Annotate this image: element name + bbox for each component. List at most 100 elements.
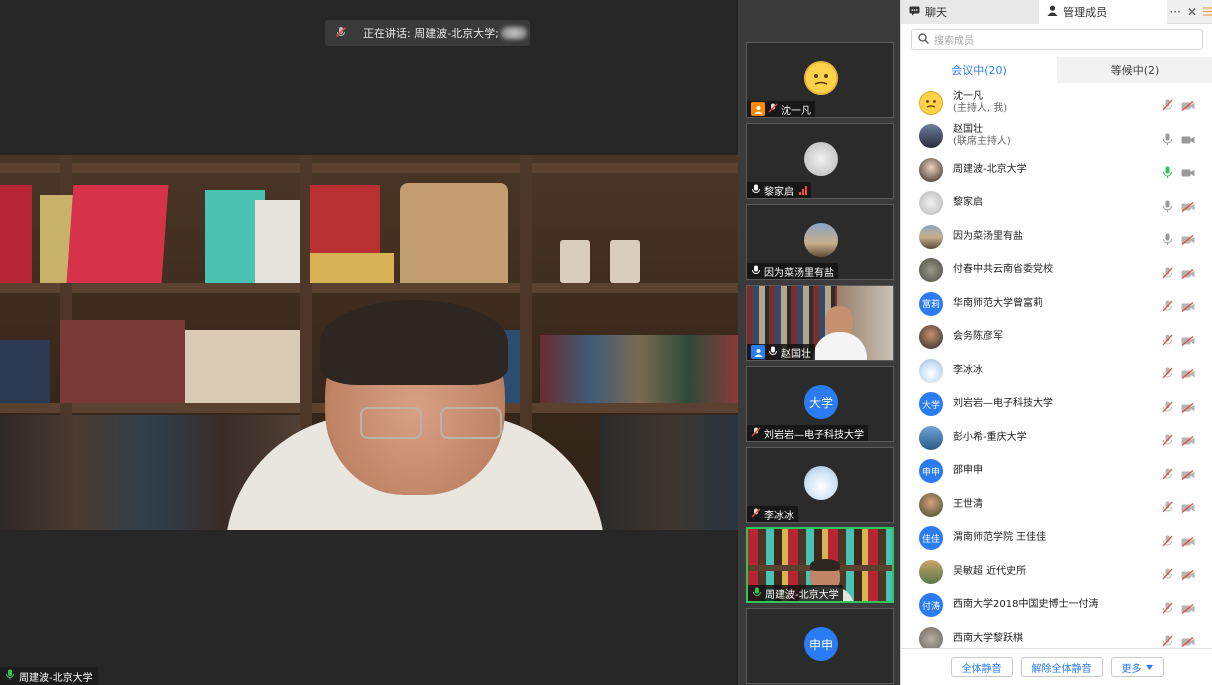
member-name: 刘岩岩—电子科技大学: [953, 398, 1053, 410]
thumbnail-label: 刘岩岩—电子科技大学: [747, 425, 868, 441]
muted-mic-icon[interactable]: [1162, 96, 1173, 115]
member-controls: [1162, 532, 1195, 551]
muted-mic-icon: [335, 26, 347, 41]
thumbnail-tile-active[interactable]: 周建波-北京大学: [746, 527, 894, 603]
thumbnail-tile[interactable]: 大学 刘岩岩—电子科技大学: [746, 366, 894, 442]
member-name-block: 吴敏超 近代史所: [953, 566, 1153, 578]
camera-off-icon[interactable]: [1181, 599, 1195, 618]
mic-icon[interactable]: [1162, 197, 1173, 216]
member-controls: [1162, 599, 1195, 618]
member-row[interactable]: 黎家启: [901, 187, 1212, 221]
camera-off-icon[interactable]: [1181, 197, 1195, 216]
speaking-mic-icon[interactable]: [1162, 163, 1173, 182]
member-list[interactable]: 沈一凡 (主持人, 我) 赵国壮 (联席主持人) 周建波-北京大学 黎家启 因为菜汤里有盐付…: [901, 86, 1212, 648]
member-row[interactable]: 王世清: [901, 488, 1212, 522]
camera-off-icon[interactable]: [1181, 96, 1195, 115]
unmute-all-button[interactable]: 解除全体静音: [1020, 657, 1103, 677]
member-controls: [1162, 565, 1195, 584]
camera-off-icon[interactable]: [1181, 230, 1195, 249]
tab-in-meeting[interactable]: 会议中(20): [901, 57, 1057, 83]
member-row[interactable]: 吴敏超 近代史所: [901, 555, 1212, 589]
camera-off-icon[interactable]: [1181, 431, 1195, 450]
main-video-stage[interactable]: 正在讲话: 周建波-北京大学; 周建波-北京大学: [0, 0, 738, 685]
photo-avatar: [919, 258, 943, 283]
tab-manage-members[interactable]: 管理成员: [1039, 0, 1168, 24]
camera-icon[interactable]: [1181, 163, 1195, 182]
tab-chat[interactable]: 聊天: [901, 0, 1040, 24]
member-name-block: 黎家启: [953, 197, 1153, 209]
camera-off-icon[interactable]: [1181, 565, 1195, 584]
camera-off-icon[interactable]: [1181, 331, 1195, 350]
more-button[interactable]: 更多: [1110, 657, 1164, 677]
member-row[interactable]: 周建波-北京大学: [901, 153, 1212, 187]
thumbnail-tile[interactable]: 申申: [746, 608, 894, 684]
mic-icon[interactable]: [1162, 130, 1173, 149]
member-search-input[interactable]: 搜索成员: [911, 29, 1203, 50]
member-row[interactable]: 李冰冰: [901, 354, 1212, 388]
mute-all-button[interactable]: 全体静音: [950, 657, 1013, 677]
muted-mic-icon[interactable]: [1162, 498, 1173, 517]
thumbnail-tile[interactable]: 因为菜汤里有盐: [746, 204, 894, 280]
muted-mic-icon[interactable]: [1162, 297, 1173, 316]
muted-mic-icon[interactable]: [1162, 465, 1173, 484]
muted-mic-icon[interactable]: [1162, 532, 1173, 551]
member-name: 李冰冰: [953, 364, 983, 376]
member-row[interactable]: 富莉 华南师范大学曾富莉: [901, 287, 1212, 321]
chat-icon: [909, 6, 920, 19]
camera-icon[interactable]: [1181, 130, 1195, 149]
member-name-block: 渭南师范学院 王佳佳: [953, 532, 1153, 544]
member-row[interactable]: 赵国壮 (联席主持人): [901, 120, 1212, 154]
muted-mic-icon[interactable]: [1162, 331, 1173, 350]
member-name-block: 彭小希-重庆大学: [953, 432, 1153, 444]
member-row[interactable]: 佳佳 渭南师范学院 王佳佳: [901, 522, 1212, 556]
member-row[interactable]: 付春中共云南省委党校: [901, 254, 1212, 288]
thumbnail-tile[interactable]: 沈一凡: [746, 42, 894, 118]
member-row[interactable]: 因为菜汤里有盐: [901, 220, 1212, 254]
muted-mic-icon[interactable]: [1162, 398, 1173, 417]
member-name: 西南大学黎跃棋: [953, 632, 1023, 644]
camera-off-icon[interactable]: [1181, 398, 1195, 417]
muted-mic-icon[interactable]: [1162, 264, 1173, 283]
text-avatar: 申申: [919, 459, 943, 484]
camera-off-icon[interactable]: [1181, 364, 1195, 383]
thumbnail-tile[interactable]: 李冰冰: [746, 447, 894, 523]
muted-mic-icon[interactable]: [1162, 565, 1173, 584]
muted-mic-icon[interactable]: [1162, 431, 1173, 450]
active-speaker-label: 周建波-北京大学: [0, 667, 98, 685]
camera-off-icon[interactable]: [1181, 264, 1195, 283]
member-row[interactable]: 大学 刘岩岩—电子科技大学: [901, 388, 1212, 422]
close-panel-button[interactable]: ✕: [1187, 5, 1197, 19]
member-name: 付春中共云南省委党校: [953, 264, 1053, 276]
participant-thumbnail-strip[interactable]: 沈一凡 黎家启 因为菜汤里有盐 赵国壮 大学 刘岩岩—电子科技大学 李冰冰 周建…: [738, 0, 900, 685]
speaking-mic-icon: [5, 669, 15, 683]
speaking-text: 正在讲话: 周建波-北京大学;: [363, 27, 499, 40]
photo-avatar: [919, 325, 943, 350]
members-panel: 聊天 管理成员 ··· ✕ 搜索成员 会议中(20) 等候中(2) 沈一凡 (主持…: [900, 0, 1212, 685]
member-name-block: 付春中共云南省委党校: [953, 264, 1153, 276]
list-menu-icon[interactable]: [1203, 5, 1212, 19]
camera-off-icon[interactable]: [1181, 532, 1195, 551]
camera-off-icon[interactable]: [1181, 632, 1195, 648]
camera-off-icon[interactable]: [1181, 297, 1195, 316]
thumbnail-tile[interactable]: 赵国壮: [746, 285, 894, 361]
camera-off-icon[interactable]: [1181, 465, 1195, 484]
member-row[interactable]: 彭小希-重庆大学: [901, 421, 1212, 455]
member-row[interactable]: 沈一凡 (主持人, 我): [901, 86, 1212, 120]
emoji-avatar: [919, 90, 943, 115]
member-role: (主持人, 我): [953, 102, 1008, 114]
member-row[interactable]: 付涛 西南大学2018中国史博士一付涛: [901, 589, 1212, 623]
tab-waiting-room[interactable]: 等候中(2): [1057, 57, 1212, 83]
muted-mic-icon[interactable]: [1162, 599, 1173, 618]
muted-mic-icon[interactable]: [1162, 632, 1173, 648]
thumbnail-tile[interactable]: 黎家启: [746, 123, 894, 199]
blurred-text: [500, 27, 527, 39]
text-avatar: 大学: [919, 392, 943, 417]
mic-icon[interactable]: [1162, 230, 1173, 249]
member-name-block: 王世清: [953, 499, 1153, 511]
member-row[interactable]: 西南大学黎跃棋: [901, 622, 1212, 648]
camera-off-icon[interactable]: [1181, 498, 1195, 517]
member-row[interactable]: 申申 邵申申: [901, 455, 1212, 489]
muted-mic-icon[interactable]: [1162, 364, 1173, 383]
member-row[interactable]: 会务陈彦军: [901, 321, 1212, 355]
more-options-button[interactable]: ···: [1169, 5, 1180, 19]
